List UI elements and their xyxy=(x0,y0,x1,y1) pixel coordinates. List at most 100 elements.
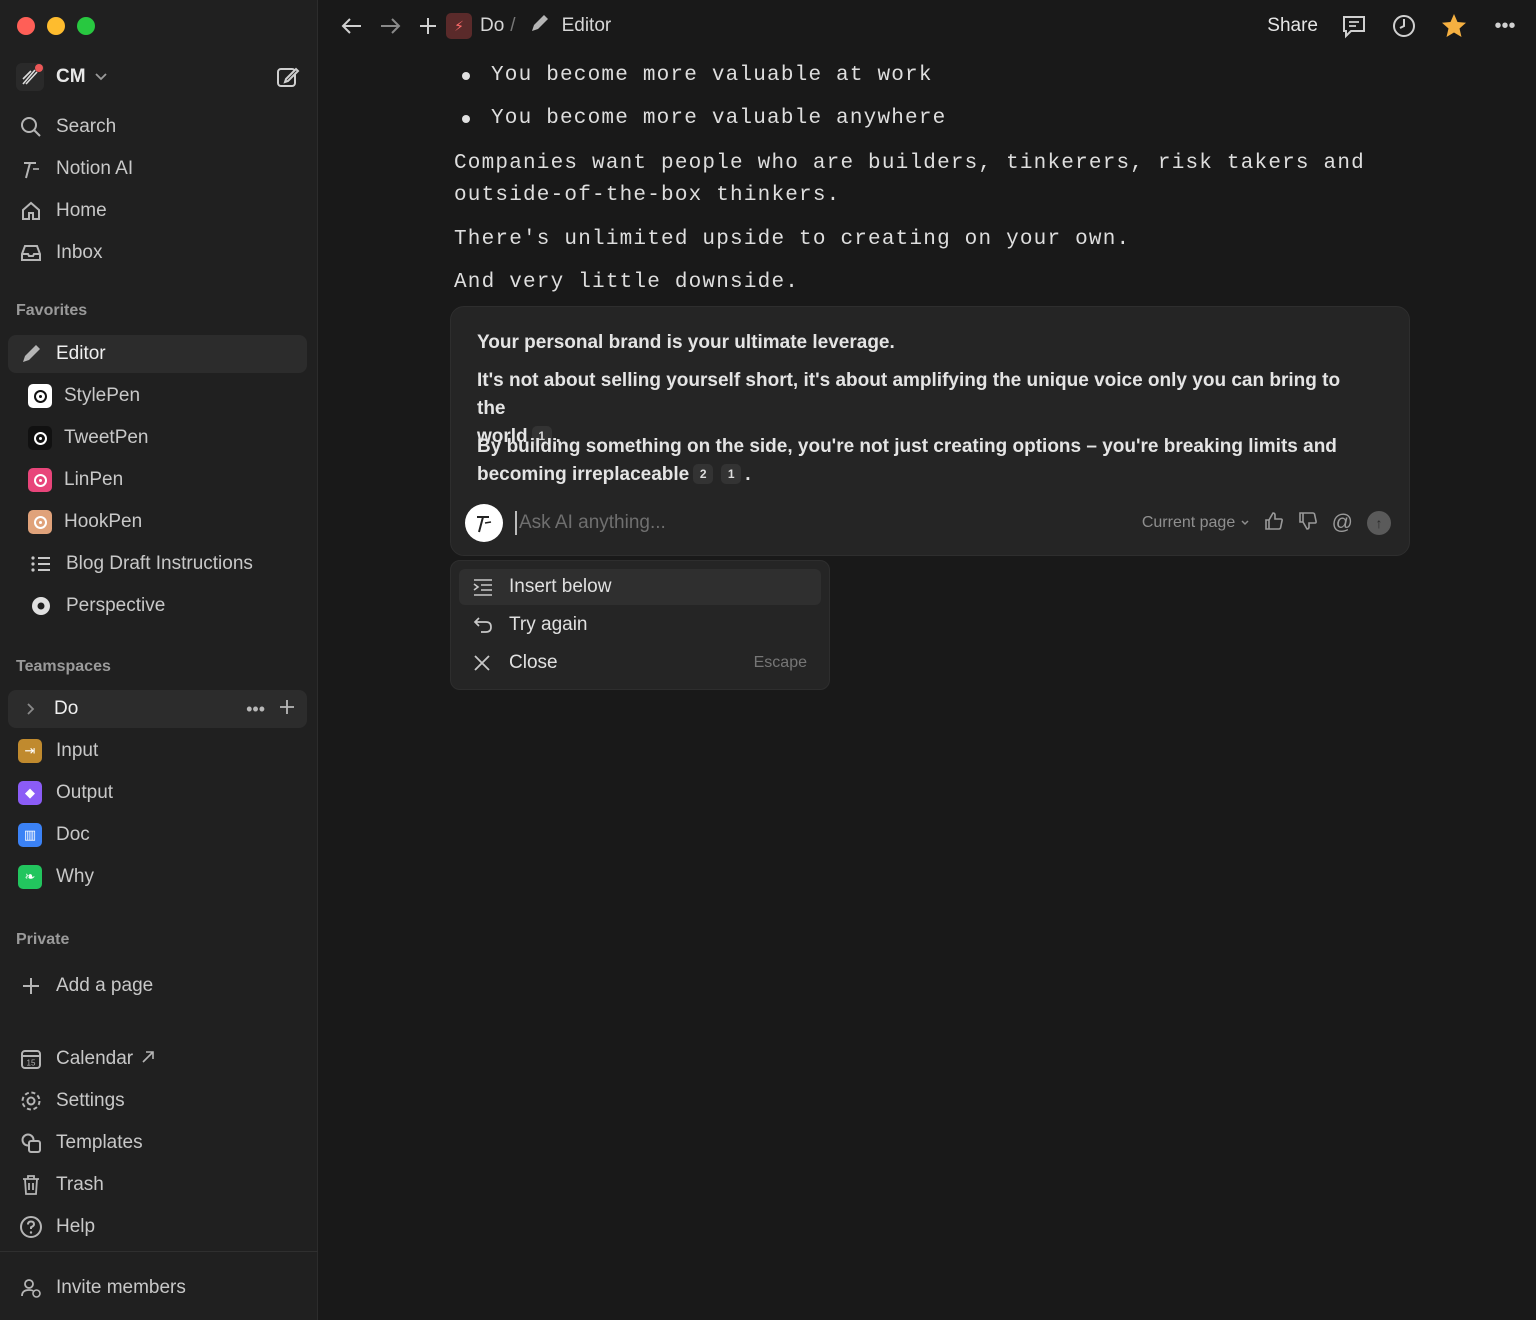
sidebar-item-why[interactable]: ❧ Why xyxy=(8,858,307,896)
paragraph[interactable]: Companies want people who are builders, … xyxy=(454,148,1365,212)
sidebar-item-perspective[interactable]: Perspective xyxy=(8,587,307,625)
bullet-text[interactable]: You become more valuable at work xyxy=(491,64,933,87)
back-arrow-icon[interactable] xyxy=(338,12,366,40)
sidebar-item-label: Do xyxy=(54,698,79,719)
invite-members-button[interactable]: Invite members xyxy=(8,1269,307,1307)
thumbs-down-icon[interactable] xyxy=(1298,511,1318,536)
chevron-right-icon[interactable] xyxy=(18,696,44,722)
comment-icon[interactable] xyxy=(1340,12,1368,40)
sidebar-item-label: Settings xyxy=(56,1090,125,1111)
sidebar-item-do[interactable]: Do ••• xyxy=(8,690,307,728)
workspace-switcher[interactable]: CM xyxy=(16,60,301,94)
sidebar-item-home[interactable]: Home xyxy=(8,192,307,230)
search-icon xyxy=(18,114,44,140)
sidebar-item-calendar[interactable]: 15 Calendar xyxy=(8,1040,307,1078)
breadcrumb-current[interactable]: Editor xyxy=(562,15,612,37)
maximize-window-button[interactable] xyxy=(77,17,95,35)
sidebar-item-templates[interactable]: Templates xyxy=(8,1124,307,1162)
plus-icon[interactable] xyxy=(279,699,295,720)
sidebar-item-label: Why xyxy=(56,866,94,887)
gem-icon: ◆ xyxy=(18,781,42,805)
insert-below-option[interactable]: Insert below xyxy=(459,569,821,605)
target-icon xyxy=(28,510,52,534)
sidebar-item-linpen[interactable]: LinPen xyxy=(8,461,307,499)
sidebar-item-label: Help xyxy=(56,1216,96,1237)
sidebar-item-help[interactable]: Help xyxy=(8,1208,307,1246)
ai-response-line: By building something on the side, you'r… xyxy=(477,436,1337,485)
sidebar: CM Search Notion AI Home Inbox Favorites… xyxy=(0,0,318,1320)
sidebar-item-label: Perspective xyxy=(66,595,166,616)
sidebar-item-input[interactable]: ⇥ Input xyxy=(8,732,307,770)
bullet-item: You become more valuable at work xyxy=(462,64,933,87)
sidebar-item-label: Search xyxy=(56,116,117,137)
breadcrumb-separator: / xyxy=(510,15,516,36)
leaf-icon: ❧ xyxy=(18,865,42,889)
sidebar-item-tweetpen[interactable]: TweetPen xyxy=(8,419,307,457)
citation-badge[interactable]: 2 xyxy=(693,464,714,484)
sidebar-item-label: TweetPen xyxy=(64,427,149,448)
new-page-icon[interactable] xyxy=(275,64,301,90)
sidebar-item-search[interactable]: Search xyxy=(8,108,307,146)
sidebar-item-notion-ai[interactable]: Notion AI xyxy=(8,150,307,188)
sidebar-item-settings[interactable]: Settings xyxy=(8,1082,307,1120)
ai-response-panel: Your personal brand is your ultimate lev… xyxy=(450,306,1410,556)
minimize-window-button[interactable] xyxy=(47,17,65,35)
templates-icon xyxy=(18,1130,44,1156)
private-label: Private xyxy=(16,931,70,948)
pencil-icon xyxy=(18,341,44,367)
sidebar-divider xyxy=(0,1251,318,1252)
sidebar-item-label: Calendar xyxy=(56,1048,134,1069)
sidebar-item-trash[interactable]: Trash xyxy=(8,1166,307,1204)
bolt-icon: ⚡ xyxy=(446,13,472,39)
try-again-option[interactable]: Try again xyxy=(459,607,821,643)
topbar-actions: Share ••• xyxy=(1267,12,1520,40)
sidebar-item-hookpen[interactable]: HookPen xyxy=(8,503,307,541)
history-icon[interactable] xyxy=(1390,12,1418,40)
paragraph[interactable]: There's unlimited upside to creating on … xyxy=(454,224,1130,256)
sidebar-item-label: Templates xyxy=(56,1132,143,1153)
forward-arrow-icon[interactable] xyxy=(376,12,404,40)
add-page-button[interactable]: Add a page xyxy=(8,967,307,1005)
target-icon xyxy=(28,384,52,408)
send-arrow-icon[interactable]: ↑ xyxy=(1367,511,1391,535)
sidebar-item-label: Invite members xyxy=(56,1277,186,1298)
sidebar-item-label: HookPen xyxy=(64,511,143,532)
sidebar-item-label: LinPen xyxy=(64,469,124,490)
undo-arrow-icon xyxy=(473,616,495,634)
breadcrumb-parent[interactable]: Do xyxy=(480,15,504,37)
sidebar-item-label: Notion AI xyxy=(56,158,134,179)
insert-below-icon xyxy=(473,578,495,596)
sidebar-item-inbox[interactable]: Inbox xyxy=(8,234,307,272)
workspace-logo-icon xyxy=(16,63,44,91)
sidebar-item-label: Output xyxy=(56,782,114,803)
close-option[interactable]: Close Escape xyxy=(459,645,821,681)
more-icon[interactable]: ••• xyxy=(246,699,265,720)
scope-dropdown[interactable]: Current page xyxy=(1142,514,1250,532)
sidebar-item-blog-draft-instructions[interactable]: Blog Draft Instructions xyxy=(8,545,307,583)
sidebar-item-editor[interactable]: Editor xyxy=(8,335,307,373)
mention-icon[interactable]: @ xyxy=(1332,511,1353,535)
more-icon[interactable]: ••• xyxy=(1490,12,1520,40)
close-window-button[interactable] xyxy=(17,17,35,35)
plus-icon[interactable] xyxy=(414,12,442,40)
sidebar-item-stylepen[interactable]: StylePen xyxy=(8,377,307,415)
star-icon[interactable] xyxy=(1440,12,1468,40)
inbox-icon: ⇥ xyxy=(18,739,42,763)
share-button[interactable]: Share xyxy=(1267,15,1318,37)
sidebar-item-doc[interactable]: ▥ Doc xyxy=(8,816,307,854)
window-controls xyxy=(17,17,95,35)
citation-badge[interactable]: 1 xyxy=(721,464,742,484)
inbox-icon xyxy=(18,240,44,266)
ask-ai-input[interactable]: Ask AI anything... xyxy=(515,511,666,535)
shortcut-hint: Escape xyxy=(753,654,807,671)
thumbs-up-icon[interactable] xyxy=(1264,511,1284,536)
calendar-icon: 15 xyxy=(18,1046,44,1072)
ai-input-row: Ask AI anything... Current page @ ↑ xyxy=(465,503,1391,543)
circle-icon xyxy=(28,593,54,619)
sidebar-item-output[interactable]: ◆ Output xyxy=(8,774,307,812)
paragraph[interactable]: And very little downside. xyxy=(454,267,799,299)
bullet-text[interactable]: You become more valuable anywhere xyxy=(491,107,946,130)
notion-ai-icon xyxy=(465,504,503,542)
topbar: ⚡ Do / Editor Share ••• xyxy=(318,0,1536,52)
ai-action-menu: Insert below Try again Close Escape xyxy=(450,560,830,690)
